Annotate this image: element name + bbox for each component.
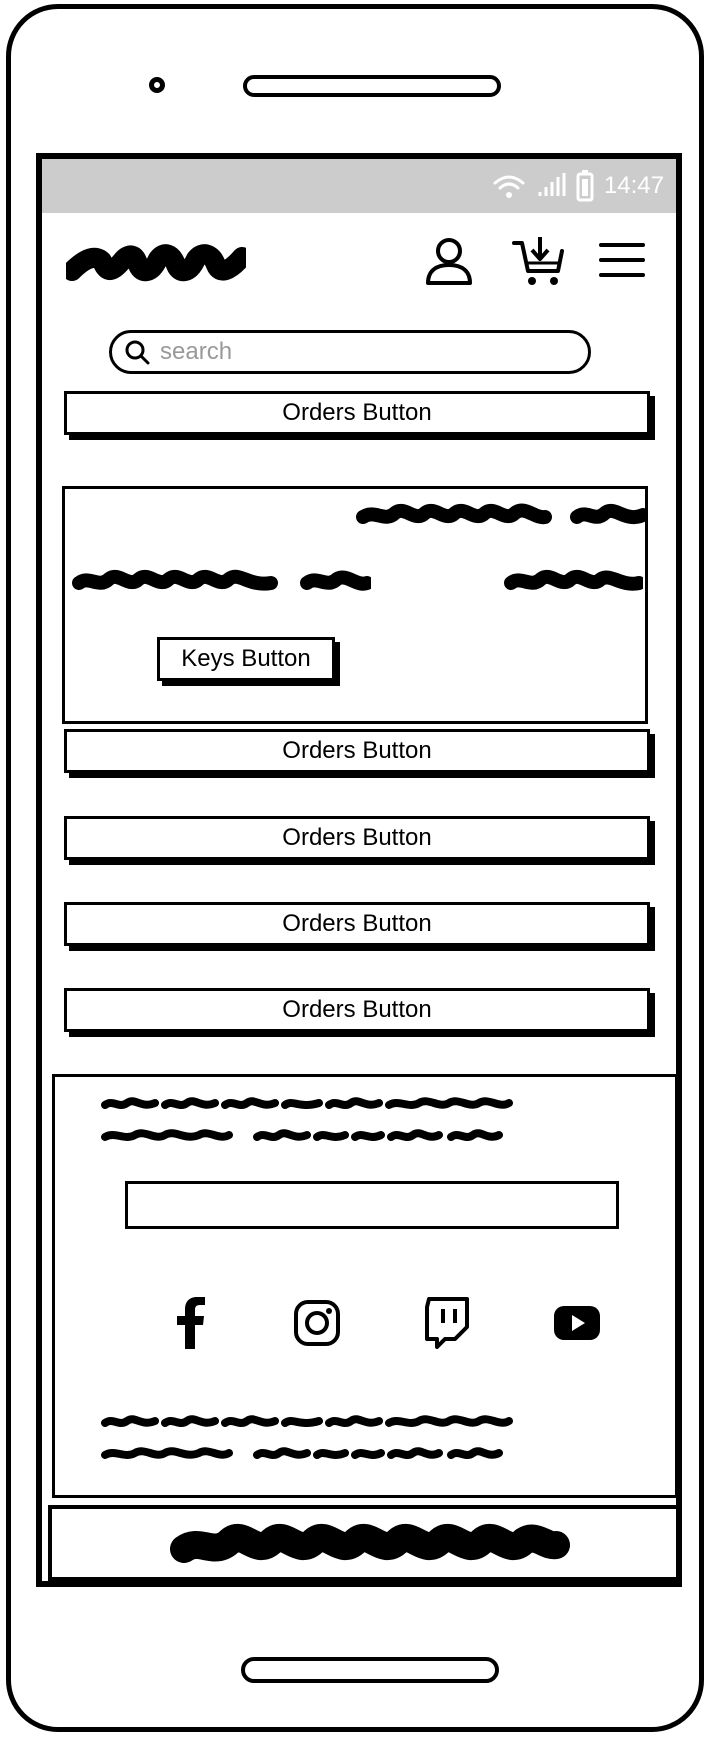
search-bar[interactable] — [109, 330, 591, 374]
promo-card: Keys Button — [62, 486, 648, 724]
orders-button[interactable]: Orders Button — [64, 988, 650, 1032]
footer-text-scribble-bottom — [101, 1415, 513, 1459]
wifi-icon — [493, 175, 525, 198]
orders-button[interactable]: Orders Button — [64, 391, 650, 435]
search-icon — [125, 340, 150, 365]
card-heading-scribble — [356, 503, 647, 525]
newsletter-input[interactable] — [125, 1181, 619, 1229]
youtube-icon[interactable] — [551, 1297, 603, 1349]
phone-screen: 14:47 Orders Button — [36, 153, 682, 1587]
twitch-icon[interactable] — [421, 1297, 473, 1349]
facebook-icon[interactable] — [165, 1297, 217, 1349]
status-time: 14:47 — [603, 172, 664, 199]
orders-button[interactable]: Orders Button — [64, 816, 650, 860]
home-button[interactable] — [241, 1657, 499, 1683]
card-text-scribble-left — [72, 569, 371, 591]
logo[interactable] — [66, 231, 246, 291]
footer-text-scribble-top — [101, 1097, 513, 1141]
instagram-icon[interactable] — [291, 1297, 343, 1349]
orders-button[interactable]: Orders Button — [64, 729, 650, 773]
speaker-grille — [243, 75, 501, 97]
menu-icon[interactable] — [597, 235, 647, 285]
app-header — [42, 213, 676, 303]
battery-icon — [576, 170, 594, 202]
status-bar: 14:47 — [42, 159, 676, 213]
user-icon[interactable] — [422, 235, 476, 289]
card-text-scribble-right — [504, 570, 643, 591]
bottom-bar — [48, 1505, 676, 1581]
orders-button[interactable]: Orders Button — [64, 902, 650, 946]
cart-icon[interactable] — [512, 235, 566, 289]
camera-icon — [149, 77, 165, 93]
footer — [52, 1074, 676, 1498]
search-input[interactable] — [158, 337, 542, 367]
keys-button[interactable]: Keys Button — [157, 637, 335, 681]
signal-icon — [538, 173, 566, 196]
bottom-bar-scribble — [170, 1524, 570, 1563]
